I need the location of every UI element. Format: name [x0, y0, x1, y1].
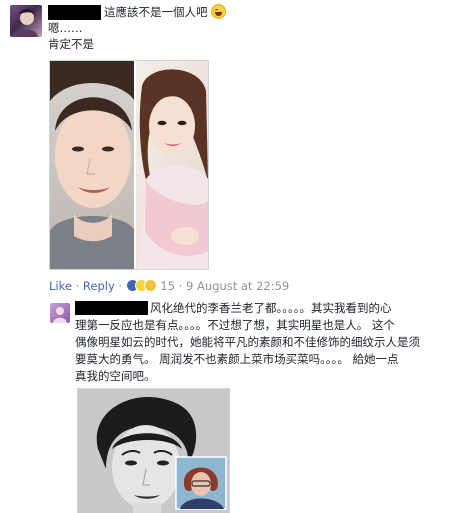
reply-line-1: 风化绝代的李香兰老了都。。。。。其实我看到的心: [150, 301, 392, 315]
reply-line-5: 真我的空间吧。: [75, 369, 156, 383]
vintage-portrait-photo: [78, 389, 229, 513]
reply-line-2: 理第一反应也是有点。。。。不过想了想，其实明星也是人。 这个: [75, 318, 395, 332]
wow-reaction-icon: [143, 279, 157, 292]
reply-line-3: 偶像明星如云的时代，她能将平凡的素颜和不佳修饰的细纹示人是须: [75, 335, 420, 349]
comment-actions: Like · Reply · 15 · 9 August at 22:59: [49, 279, 289, 294]
reactions-summary[interactable]: 15: [125, 279, 179, 293]
comment-line-3: 肯定不是: [48, 37, 94, 51]
redacted-username: [48, 5, 101, 20]
commenter-avatar[interactable]: [10, 5, 42, 37]
reply-line-4: 要莫大的勇气。 周润发不也素颜上菜市场买菜吗。。。。 給她一点: [75, 352, 399, 366]
separator: ·: [178, 279, 183, 293]
reply-avatar[interactable]: [50, 303, 70, 323]
photo-collage: [50, 61, 208, 269]
comment-text: 這應該不是一個人吧: [104, 5, 208, 19]
comment-line-2: 嗯……: [48, 21, 83, 35]
reply-photo[interactable]: [77, 388, 230, 513]
comment-timestamp[interactable]: 9 August at 22:59: [186, 279, 289, 293]
separator: ·: [118, 279, 123, 293]
avatar-portrait: [16, 9, 38, 37]
reaction-count: 15: [160, 279, 176, 293]
separator: ·: [75, 279, 80, 293]
comment-photo[interactable]: [49, 60, 209, 270]
reply-link[interactable]: Reply: [83, 279, 115, 293]
redacted-username: [75, 301, 148, 315]
laughing-emoji-icon: [211, 4, 227, 19]
comment-line-1: 這應該不是一個人吧: [104, 4, 227, 20]
avatar-portrait: [53, 307, 67, 323]
like-link[interactable]: Like: [49, 279, 72, 293]
